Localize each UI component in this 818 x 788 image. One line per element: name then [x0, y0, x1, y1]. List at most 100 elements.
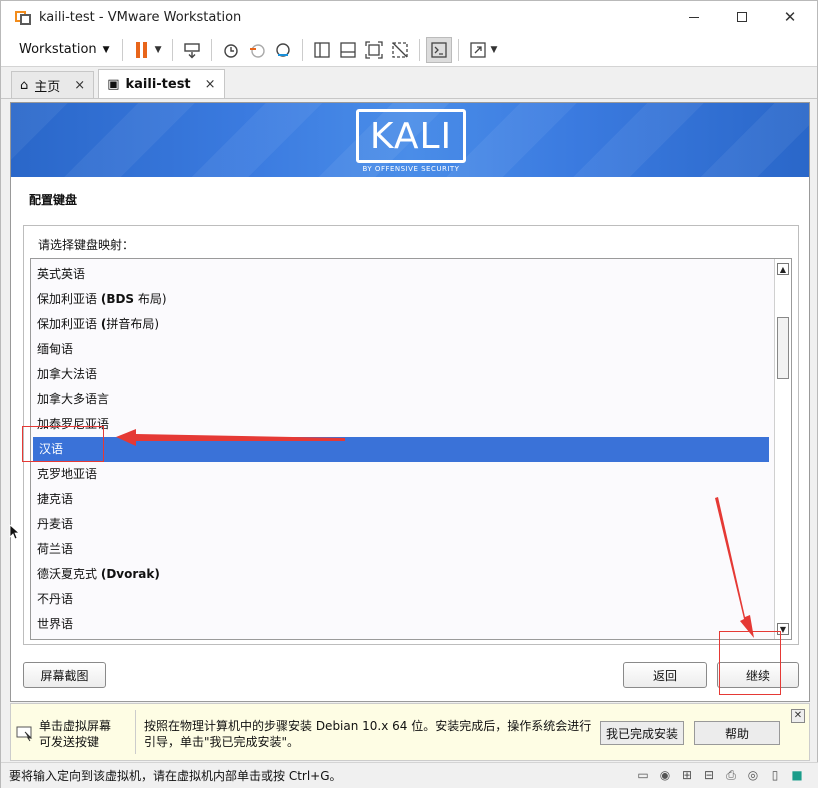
help-button[interactable]: 帮助 — [694, 721, 780, 745]
close-tab-icon[interactable]: × — [205, 77, 216, 92]
network-icon[interactable]: ⊞ — [679, 767, 695, 783]
close-button[interactable]: ✕ — [767, 1, 813, 33]
tab-label: kaili-test — [125, 76, 191, 92]
message-icon[interactable]: ■ — [789, 767, 805, 783]
hint-bar: 单击虚拟屏幕 可发送按键 按照在物理计算机中的步骤安装 Debian 10.x … — [10, 703, 810, 761]
vm-console[interactable]: KALI BY OFFENSIVE SECURITY 配置键盘 请选择键盘映射：… — [10, 102, 810, 702]
install-complete-button[interactable]: 我已完成安装 — [600, 721, 684, 745]
mouse-pointer-icon — [9, 524, 19, 540]
kali-logo: KALI — [356, 109, 466, 163]
stretch-guest-button[interactable] — [465, 37, 491, 63]
workstation-menu[interactable]: Workstation ▼ — [13, 37, 116, 63]
hard-disk-icon[interactable]: ▭ — [635, 767, 651, 783]
hint-divider — [135, 710, 136, 754]
full-screen-icon — [364, 40, 383, 59]
list-item[interactable]: 不丹语 — [31, 587, 771, 612]
send-keys-icon — [183, 42, 200, 58]
keyboard-map-panel: 请选择键盘映射： 英式英语 保加利亚语 (BDS 布局) 保加利亚语 (拼音布局) 缅… — [23, 225, 799, 645]
list-item[interactable]: 德沃夏克式 (Dvorak) — [31, 562, 771, 587]
page-title: 配置键盘 — [29, 193, 78, 207]
hint-message: 按照在物理计算机中的步骤安装 Debian 10.x 64 位。安装完成后，操作… — [144, 719, 592, 749]
vm-icon: ▣ — [107, 76, 120, 92]
maximize-button[interactable] — [719, 1, 765, 33]
kali-logo-subtitle: BY OFFENSIVE SECURITY — [362, 165, 460, 173]
full-screen-button[interactable] — [361, 37, 387, 63]
sound-icon[interactable]: ◎ — [745, 767, 761, 783]
library-icon — [313, 41, 330, 58]
status-bar: 要将输入定向到该虚拟机，请在虚拟机内部单击或按 Ctrl+G。 ▭ ◉ ⊞ ⊟ … — [1, 762, 818, 788]
printer-icon[interactable]: ⎙ — [723, 767, 739, 783]
snapshot-button[interactable] — [218, 37, 244, 63]
list-item[interactable]: 加拿大法语 — [31, 362, 771, 387]
minimize-button[interactable] — [671, 1, 717, 33]
revert-snapshot-icon — [249, 43, 265, 58]
tab-home[interactable]: ⌂ 主页 × — [11, 71, 95, 98]
back-button[interactable]: 返回 — [623, 662, 707, 688]
toolbar-divider — [457, 38, 459, 61]
click-screen-icon — [16, 726, 33, 742]
list-item[interactable]: 英式英语 — [31, 262, 771, 287]
list-item[interactable]: 捷克语 — [31, 487, 771, 512]
list-item[interactable]: 荷兰语 — [31, 537, 771, 562]
thumbnail-bar-icon — [339, 41, 356, 58]
display-icon[interactable]: ▯ — [767, 767, 783, 783]
toolbar-divider — [301, 38, 303, 61]
vmware-window: kaili-test - VMware Workstation ✕ Workst… — [0, 0, 818, 788]
usb-icon[interactable]: ⊟ — [701, 767, 717, 783]
stretch-dropdown-icon[interactable]: ▼ — [491, 45, 498, 55]
toolbar-divider — [171, 38, 173, 61]
send-ctrl-alt-del-button[interactable] — [179, 37, 205, 63]
window-title: kaili-test - VMware Workstation — [39, 9, 242, 25]
list-item[interactable]: 缅甸语 — [31, 337, 771, 362]
screenshot-button[interactable]: 屏幕截图 — [23, 662, 106, 688]
device-status-icons: ▭ ◉ ⊞ ⊟ ⎙ ◎ ▯ ■ — [635, 767, 805, 783]
list-item-selected[interactable]: 汉语 — [33, 437, 769, 462]
tab-label: 主页 — [34, 79, 61, 95]
kali-banner: KALI BY OFFENSIVE SECURITY — [11, 103, 809, 177]
toolbar-divider — [210, 38, 212, 61]
list-item[interactable]: 丹麦语 — [31, 512, 771, 537]
stretch-icon — [469, 41, 486, 58]
pause-button[interactable] — [129, 37, 155, 63]
tab-vm[interactable]: ▣ kaili-test × — [98, 69, 225, 98]
unity-icon — [391, 41, 408, 58]
annotation-box — [22, 426, 104, 462]
close-tab-icon[interactable]: × — [74, 78, 85, 93]
cd-dvd-icon[interactable]: ◉ — [657, 767, 673, 783]
show-library-button[interactable] — [309, 37, 335, 63]
snapshot-manager-icon — [275, 42, 290, 57]
show-thumbnail-bar-button[interactable] — [335, 37, 361, 63]
snapshot-icon — [223, 43, 238, 58]
scroll-thumb[interactable] — [777, 317, 789, 379]
list-item[interactable]: 加泰罗尼亚语 — [31, 412, 771, 437]
pause-icon — [136, 41, 148, 58]
console-icon — [430, 41, 447, 58]
toolbar-divider — [121, 38, 123, 61]
toolbar-divider — [418, 38, 420, 61]
list-item[interactable]: 世界语 — [31, 612, 771, 637]
hint-click-text: 单击虚拟屏幕 可发送按键 — [39, 719, 112, 749]
snapshot-manager-button[interactable] — [270, 37, 296, 63]
status-text: 要将输入定向到该虚拟机，请在虚拟机内部单击或按 Ctrl+G。 — [9, 769, 342, 783]
workstation-menu-label: Workstation — [19, 42, 97, 57]
pause-dropdown-icon[interactable]: ▼ — [155, 45, 162, 55]
scroll-up-icon[interactable]: ▲ — [777, 263, 789, 275]
unity-button[interactable] — [387, 37, 413, 63]
scrollbar[interactable]: ▲ ▼ — [774, 259, 791, 639]
tab-bar: ⌂ 主页 × ▣ kaili-test × — [1, 67, 817, 99]
title-bar: kaili-test - VMware Workstation ✕ — [1, 1, 817, 33]
list-item[interactable]: 保加利亚语 (BDS 布局) — [31, 287, 771, 312]
home-icon: ⌂ — [20, 77, 29, 93]
list-prompt: 请选择键盘映射： — [38, 238, 135, 252]
list-item[interactable]: 保加利亚语 (拼音布局) — [31, 312, 771, 337]
console-view-button[interactable] — [425, 36, 452, 63]
keyboard-map-list[interactable]: 英式英语 保加利亚语 (BDS 布局) 保加利亚语 (拼音布局) 缅甸语 加拿大法语 加拿… — [30, 258, 792, 640]
toolbar: Workstation ▼ ▼ ▼ — [1, 33, 817, 67]
annotation-box — [719, 631, 781, 695]
list-item[interactable]: 加拿大多语言 — [31, 387, 771, 412]
close-hint-icon[interactable]: ✕ — [791, 709, 805, 723]
revert-snapshot-button[interactable] — [244, 37, 270, 63]
chevron-down-icon: ▼ — [102, 44, 110, 55]
list-item[interactable]: 克罗地亚语 — [31, 462, 771, 487]
vmware-logo-icon — [15, 9, 31, 25]
